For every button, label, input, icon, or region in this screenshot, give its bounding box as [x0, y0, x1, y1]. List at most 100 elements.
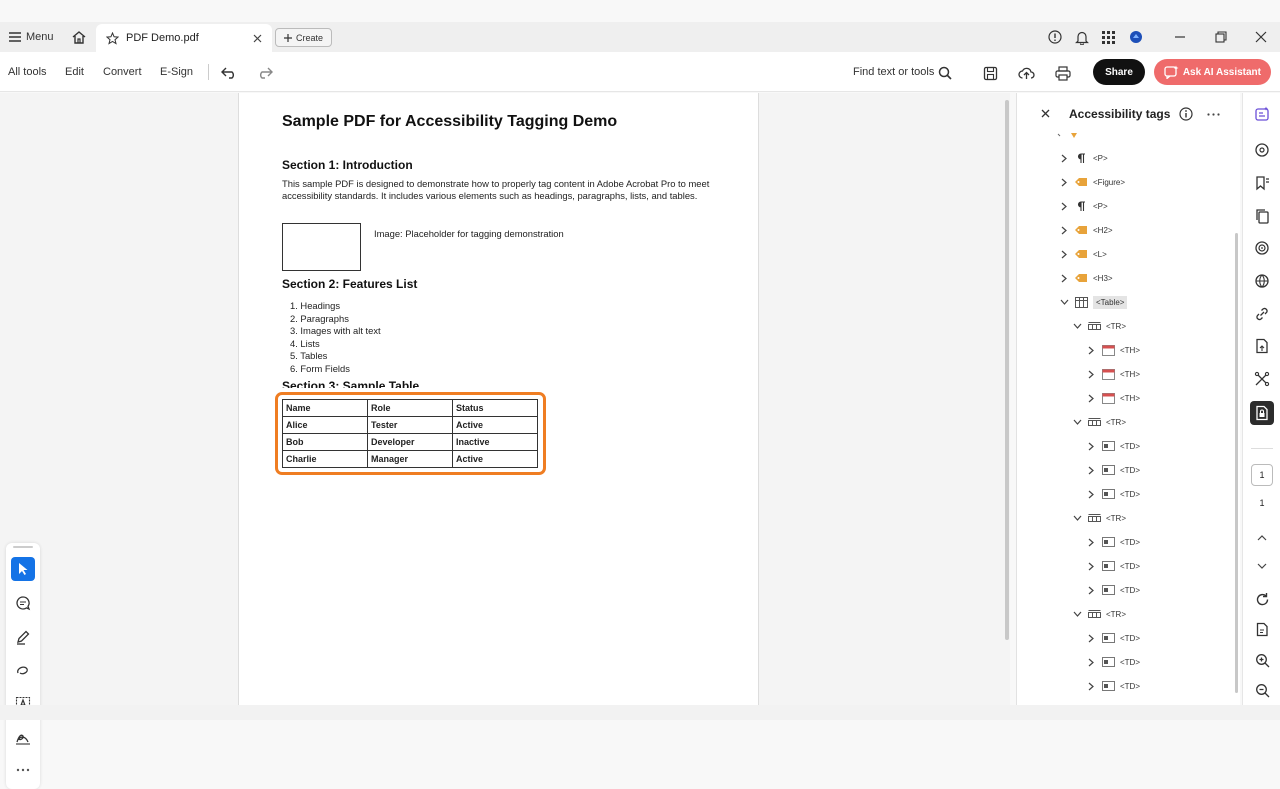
comments-icon[interactable]	[1252, 140, 1272, 160]
zoom-in-icon[interactable]	[1252, 650, 1272, 670]
tag-tree-row[interactable]: <P>	[1059, 148, 1108, 168]
chevron-right-icon[interactable]	[1086, 393, 1096, 403]
pdf-page[interactable]: Sample PDF for Accessibility Tagging Dem…	[238, 93, 759, 705]
refresh-icon[interactable]	[1252, 589, 1272, 609]
esign-link[interactable]: E-Sign	[160, 66, 193, 78]
print-icon[interactable]	[1054, 64, 1072, 82]
current-page-input[interactable]: 1	[1251, 464, 1273, 486]
chevron-right-icon[interactable]	[1086, 633, 1096, 643]
tag-tree-row[interactable]: <TR>	[1072, 604, 1126, 624]
layers-icon[interactable]	[1252, 238, 1272, 258]
ai-summary-icon[interactable]	[1252, 104, 1272, 124]
tag-tree-row[interactable]: <TD>	[1086, 436, 1140, 456]
apps-grid-icon[interactable]	[1102, 22, 1115, 52]
chevron-right-icon[interactable]	[1086, 489, 1096, 499]
document-properties-icon[interactable]	[1252, 336, 1272, 356]
chevron-down-icon[interactable]	[1072, 417, 1082, 427]
tag-tree-row[interactable]: <TH>	[1086, 340, 1140, 360]
rail-drag-handle[interactable]	[13, 546, 33, 548]
tag-tree-row[interactable]: <TD>	[1086, 580, 1140, 600]
chevron-right-icon[interactable]	[1086, 345, 1096, 355]
find-text-input[interactable]: Find text or tools	[853, 66, 934, 78]
all-tools-link[interactable]: All tools	[8, 66, 47, 78]
save-icon[interactable]	[981, 64, 999, 82]
page-down-chevron-icon[interactable]	[1252, 556, 1272, 576]
freehand-draw-icon[interactable]	[11, 659, 35, 683]
document-viewer[interactable]: Sample PDF for Accessibility Tagging Dem…	[0, 93, 1010, 789]
chevron-right-icon[interactable]	[1086, 561, 1096, 571]
highlight-pen-icon[interactable]	[11, 625, 35, 649]
tag-tree-row[interactable]: <TR>	[1072, 508, 1126, 528]
tag-tree-row[interactable]: <TD>	[1086, 676, 1140, 696]
accessibility-tags-toggle-icon[interactable]	[1250, 401, 1274, 425]
pages-thumbnails-icon[interactable]	[1252, 206, 1272, 226]
menu-button[interactable]: Menu	[9, 22, 54, 52]
chevron-right-icon[interactable]	[1059, 249, 1069, 259]
tag-tree-row[interactable]: <L>	[1059, 244, 1107, 264]
bookmark-icon[interactable]	[1252, 173, 1272, 193]
convert-link[interactable]: Convert	[103, 66, 142, 78]
zoom-out-icon[interactable]	[1252, 680, 1272, 700]
chevron-right-icon[interactable]	[1086, 441, 1096, 451]
tag-tree-row[interactable]: <H2>	[1059, 220, 1113, 240]
chevron-right-icon[interactable]	[1059, 225, 1069, 235]
info-icon[interactable]	[1179, 107, 1193, 121]
create-button[interactable]: Create	[275, 28, 332, 47]
chevron-right-icon[interactable]	[1086, 537, 1096, 547]
tag-tree-row[interactable]: <TH>	[1086, 388, 1140, 408]
tag-tree-row[interactable]: <TD>	[1086, 484, 1140, 504]
share-button[interactable]: Share	[1093, 59, 1145, 85]
chevron-down-icon[interactable]	[1072, 513, 1082, 523]
select-tool-icon[interactable]	[11, 557, 35, 581]
restore-icon[interactable]	[1215, 22, 1227, 52]
document-tab[interactable]: PDF Demo.pdf	[96, 24, 272, 52]
cloud-upload-icon[interactable]	[1017, 64, 1035, 82]
tag-tree-row[interactable]: <H3>	[1059, 268, 1113, 288]
home-button[interactable]	[71, 22, 87, 52]
star-icon[interactable]	[106, 31, 119, 45]
chevron-right-icon[interactable]	[1059, 273, 1069, 283]
chevron-right-icon[interactable]	[1086, 369, 1096, 379]
chevron-down-icon[interactable]	[1072, 609, 1082, 619]
chevron-right-icon[interactable]	[1086, 465, 1096, 475]
page-fit-icon[interactable]	[1252, 619, 1272, 639]
tag-tree-row[interactable]: <TD>	[1086, 556, 1140, 576]
attachments-globe-icon[interactable]	[1252, 271, 1272, 291]
close-panel-icon[interactable]	[1041, 109, 1050, 118]
ask-ai-assistant-button[interactable]: Ask AI Assistant	[1154, 59, 1271, 85]
account-avatar-icon[interactable]	[1129, 22, 1143, 52]
more-tools-icon[interactable]	[11, 758, 35, 782]
help-icon[interactable]	[1048, 22, 1062, 52]
edit-link[interactable]: Edit	[65, 66, 84, 78]
chevron-down-icon[interactable]	[1059, 297, 1069, 307]
undo-icon[interactable]	[220, 64, 238, 82]
tag-tree-row[interactable]: <TD>	[1086, 628, 1140, 648]
tag-tree-row[interactable]: <TD>	[1086, 460, 1140, 480]
reading-order-icon[interactable]	[1252, 369, 1272, 389]
chevron-down-icon[interactable]	[1072, 321, 1082, 331]
chevron-right-icon[interactable]	[1059, 201, 1069, 211]
panel-more-options-icon[interactable]	[1207, 113, 1220, 116]
link-icon[interactable]	[1252, 304, 1272, 324]
close-window-icon[interactable]	[1255, 22, 1267, 52]
tags-panel-scrollbar[interactable]	[1235, 233, 1238, 693]
chevron-right-icon[interactable]	[1086, 657, 1096, 667]
search-icon[interactable]	[936, 64, 954, 82]
document-scrollbar[interactable]	[1005, 100, 1009, 640]
tag-tree-row[interactable]: <TR>	[1072, 316, 1126, 336]
comment-tool-icon[interactable]	[11, 591, 35, 615]
close-tab-icon[interactable]	[253, 34, 262, 43]
notifications-bell-icon[interactable]	[1075, 22, 1089, 52]
sign-tool-icon[interactable]	[11, 726, 35, 750]
tag-tree-row[interactable]: <TR>	[1072, 412, 1126, 432]
page-up-chevron-icon[interactable]	[1252, 528, 1272, 548]
tag-tree-row[interactable]: <TD>	[1086, 652, 1140, 672]
chevron-right-icon[interactable]	[1059, 177, 1069, 187]
chevron-right-icon[interactable]	[1086, 681, 1096, 691]
tag-tree-row[interactable]: <TH>	[1086, 364, 1140, 384]
chevron-right-icon[interactable]	[1086, 585, 1096, 595]
tag-tree-row[interactable]: <TD>	[1086, 532, 1140, 552]
redo-icon[interactable]	[256, 64, 274, 82]
tag-tree-row[interactable]: <Figure>	[1059, 172, 1125, 192]
tag-tree-row[interactable]: <Table>	[1059, 292, 1128, 312]
